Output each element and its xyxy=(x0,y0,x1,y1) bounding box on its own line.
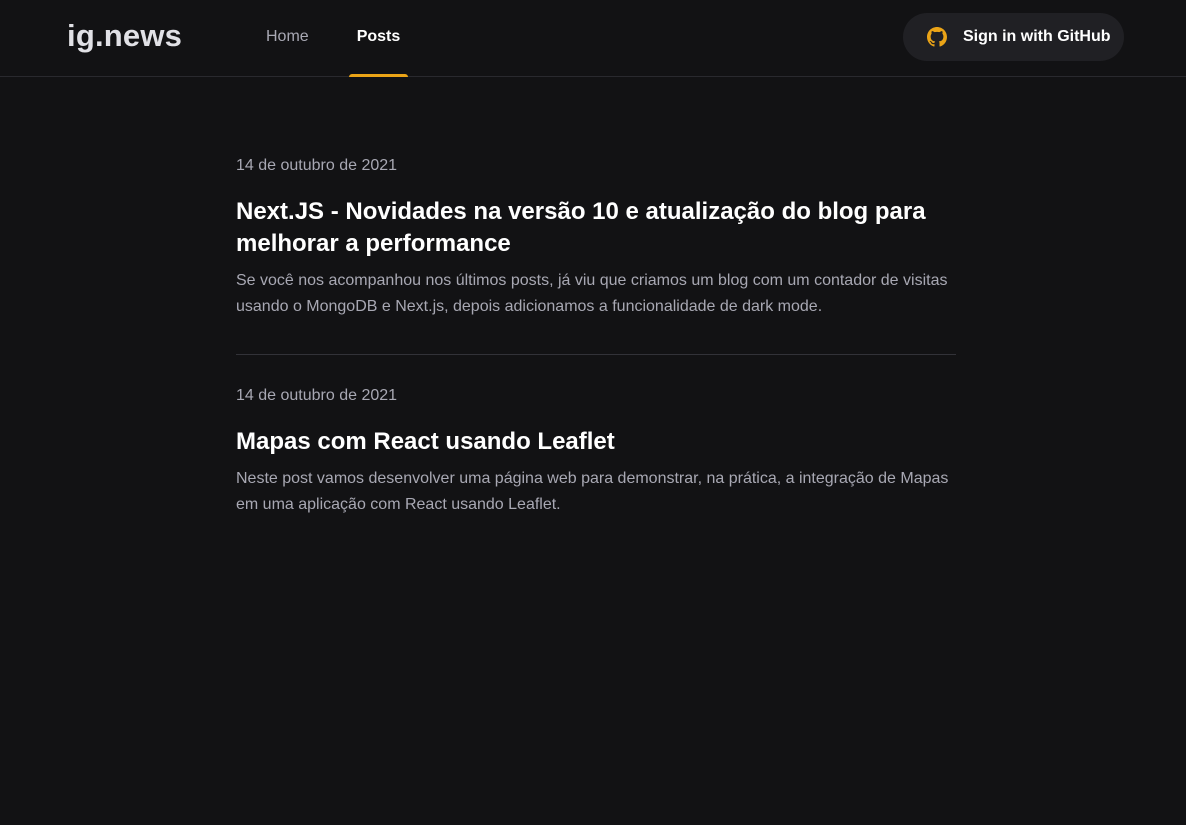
post-excerpt: Se você nos acompanhou nos últimos posts… xyxy=(236,272,948,315)
post-date: 14 de outubro de 2021 xyxy=(236,157,398,174)
logo[interactable]: ig.news xyxy=(67,18,182,54)
post-title[interactable]: Next.JS - Novidades na versão 10 e atual… xyxy=(236,196,956,260)
github-icon xyxy=(927,27,947,47)
nav-link-posts[interactable]: Posts xyxy=(348,0,408,77)
post-item[interactable]: 14 de outubro de 2021 Mapas com React us… xyxy=(236,355,956,518)
posts-list: 14 de outubro de 2021 Next.JS - Novidade… xyxy=(236,77,956,518)
post-excerpt: Neste post vamos desenvolver uma página … xyxy=(236,470,949,513)
post-item[interactable]: 14 de outubro de 2021 Next.JS - Novidade… xyxy=(236,77,956,355)
post-title[interactable]: Mapas com React usando Leaflet xyxy=(236,426,956,458)
top-header: ig.news Home Posts Sign in with GitHub xyxy=(0,0,1186,77)
main-nav: Home Posts xyxy=(266,0,408,77)
nav-link-home[interactable]: Home xyxy=(266,0,309,76)
sign-in-label: Sign in with GitHub xyxy=(963,28,1111,45)
sign-in-github-button[interactable]: Sign in with GitHub xyxy=(903,13,1124,61)
post-date: 14 de outubro de 2021 xyxy=(236,387,398,404)
